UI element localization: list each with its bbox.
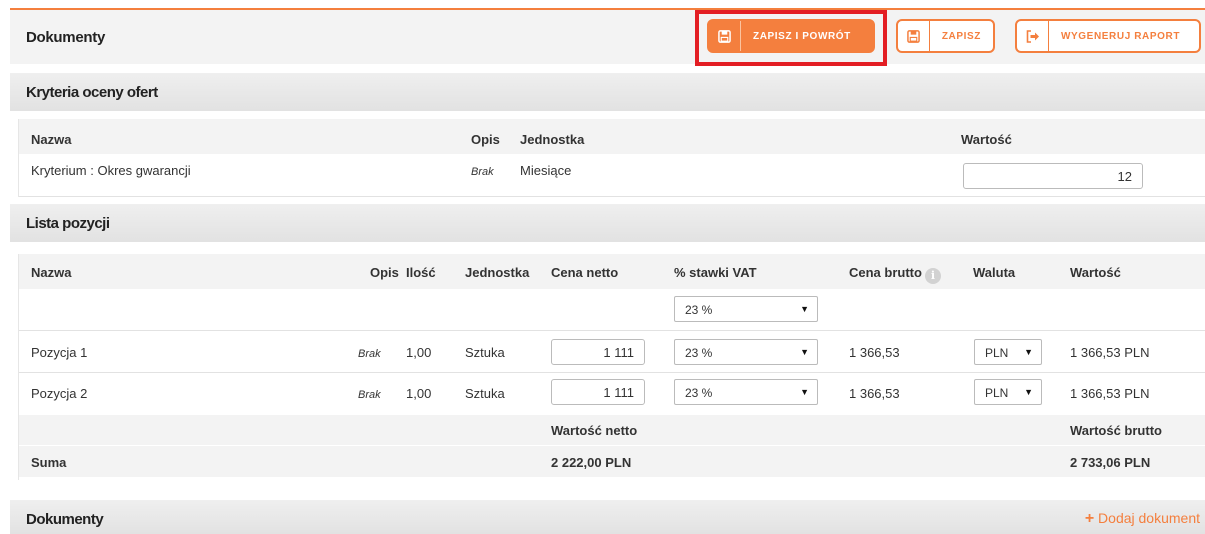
currency-value: PLN <box>985 386 1009 400</box>
save-icon <box>709 21 741 51</box>
criteria-name: Kryterium : Okres gwarancji <box>31 163 191 178</box>
bulk-vat-value: 23 % <box>685 303 713 317</box>
positions-col-currency: Waluta <box>973 265 1016 280</box>
vat-select[interactable]: 23 % ▼ <box>674 339 818 365</box>
save-and-return-label: ZAPISZ I POWRÓT <box>753 30 851 42</box>
criteria-col-desc: Opis <box>471 132 500 147</box>
divider <box>19 196 1205 197</box>
documents-section-title: Dokumenty <box>26 511 104 528</box>
generate-report-label: WYGENERUJ RAPORT <box>1061 30 1181 42</box>
positions-col-qty: Ilość <box>406 265 436 280</box>
position-name: Pozycja 1 <box>31 345 88 360</box>
gross-price: 1 366,53 <box>849 386 900 401</box>
currency-value: PLN <box>985 346 1009 360</box>
currency-select[interactable]: PLN ▼ <box>974 379 1042 405</box>
plus-icon: + <box>1084 510 1095 527</box>
positions-col-unit: Jednostka <box>465 265 530 280</box>
dropdown-arrow-icon: ▼ <box>800 347 809 357</box>
criteria-desc: Brak <box>471 166 494 178</box>
position-qty: 1,00 <box>406 386 432 401</box>
gross-total-label: Wartość brutto <box>1070 423 1162 438</box>
criteria-table: Nazwa Opis Jednostka Wartość Kryterium :… <box>18 119 1205 197</box>
page-title: Dokumenty <box>26 29 105 46</box>
positions-section-header: Lista pozycji <box>10 204 1205 242</box>
dropdown-arrow-icon: ▼ <box>800 304 809 314</box>
position-qty: 1,00 <box>406 345 432 360</box>
positions-col-desc: Opis <box>370 265 399 280</box>
divider <box>19 445 1205 446</box>
positions-table: Nazwa Opis Ilość Jednostka Cena netto % … <box>18 254 1205 480</box>
add-document-link[interactable]: + Dodaj dokument <box>1085 510 1200 528</box>
net-price-input[interactable]: 1 111 <box>551 339 645 365</box>
positions-col-gross-price: Cena brutto i <box>849 265 941 284</box>
summary-band: Wartość netto Wartość brutto Suma 2 222,… <box>19 415 1205 477</box>
sum-label: Suma <box>31 455 67 470</box>
positions-table-header: Nazwa Opis Ilość Jednostka Cena netto % … <box>19 254 1205 289</box>
save-and-return-button[interactable]: ZAPISZ I POWRÓT <box>707 19 875 53</box>
criteria-col-value: Wartość <box>961 132 1012 147</box>
dropdown-arrow-icon: ▼ <box>1024 387 1033 397</box>
documents-section-header: Dokumenty <box>10 500 1205 534</box>
vat-select[interactable]: 23 % ▼ <box>674 379 818 405</box>
position-desc: Brak <box>358 389 381 401</box>
criteria-value-input[interactable]: 12 <box>963 163 1143 189</box>
position-desc: Brak <box>358 348 381 360</box>
criteria-section-title: Kryteria oceny ofert <box>26 84 158 101</box>
save-icon <box>898 21 930 51</box>
position-unit: Sztuka <box>465 386 505 401</box>
net-total-label: Wartość netto <box>551 423 638 438</box>
position-value: 1 366,53 PLN <box>1070 386 1150 401</box>
currency-select[interactable]: PLN ▼ <box>974 339 1042 365</box>
positions-col-value: Wartość <box>1070 265 1121 280</box>
positions-col-name: Nazwa <box>31 265 72 280</box>
criteria-section-header: Kryteria oceny ofert <box>10 73 1205 111</box>
dropdown-arrow-icon: ▼ <box>1024 347 1033 357</box>
gross-total-value: 2 733,06 PLN <box>1070 455 1151 470</box>
positions-col-vat: % stawki VAT <box>674 265 757 280</box>
dropdown-arrow-icon: ▼ <box>800 387 809 397</box>
bulk-vat-select[interactable]: 23 % ▼ <box>674 296 818 322</box>
save-button[interactable]: ZAPISZ <box>896 19 995 53</box>
position-value: 1 366,53 PLN <box>1070 345 1150 360</box>
position-unit: Sztuka <box>465 345 505 360</box>
criteria-col-name: Nazwa <box>31 132 72 147</box>
vat-value: 23 % <box>685 386 713 400</box>
positions-section-title: Lista pozycji <box>26 215 110 232</box>
generate-report-button[interactable]: WYGENERUJ RAPORT <box>1015 19 1201 53</box>
position-name: Pozycja 2 <box>31 386 88 401</box>
net-price-input[interactable]: 1 111 <box>551 379 645 405</box>
vat-value: 23 % <box>685 346 713 360</box>
divider <box>19 372 1205 373</box>
criteria-unit: Miesiące <box>520 163 572 178</box>
positions-col-net-price: Cena netto <box>551 265 619 280</box>
gross-price-label: Cena brutto <box>849 265 922 280</box>
save-label: ZAPISZ <box>941 30 981 42</box>
criteria-table-header: Nazwa Opis Jednostka Wartość <box>19 119 1205 154</box>
info-icon[interactable]: i <box>924 268 941 284</box>
net-total-value: 2 222,00 PLN <box>551 455 632 470</box>
add-document-label: Dodaj dokument <box>1098 510 1200 526</box>
divider <box>19 330 1205 331</box>
gross-price: 1 366,53 <box>849 345 900 360</box>
export-icon <box>1017 21 1049 51</box>
criteria-col-unit: Jednostka <box>520 132 585 147</box>
